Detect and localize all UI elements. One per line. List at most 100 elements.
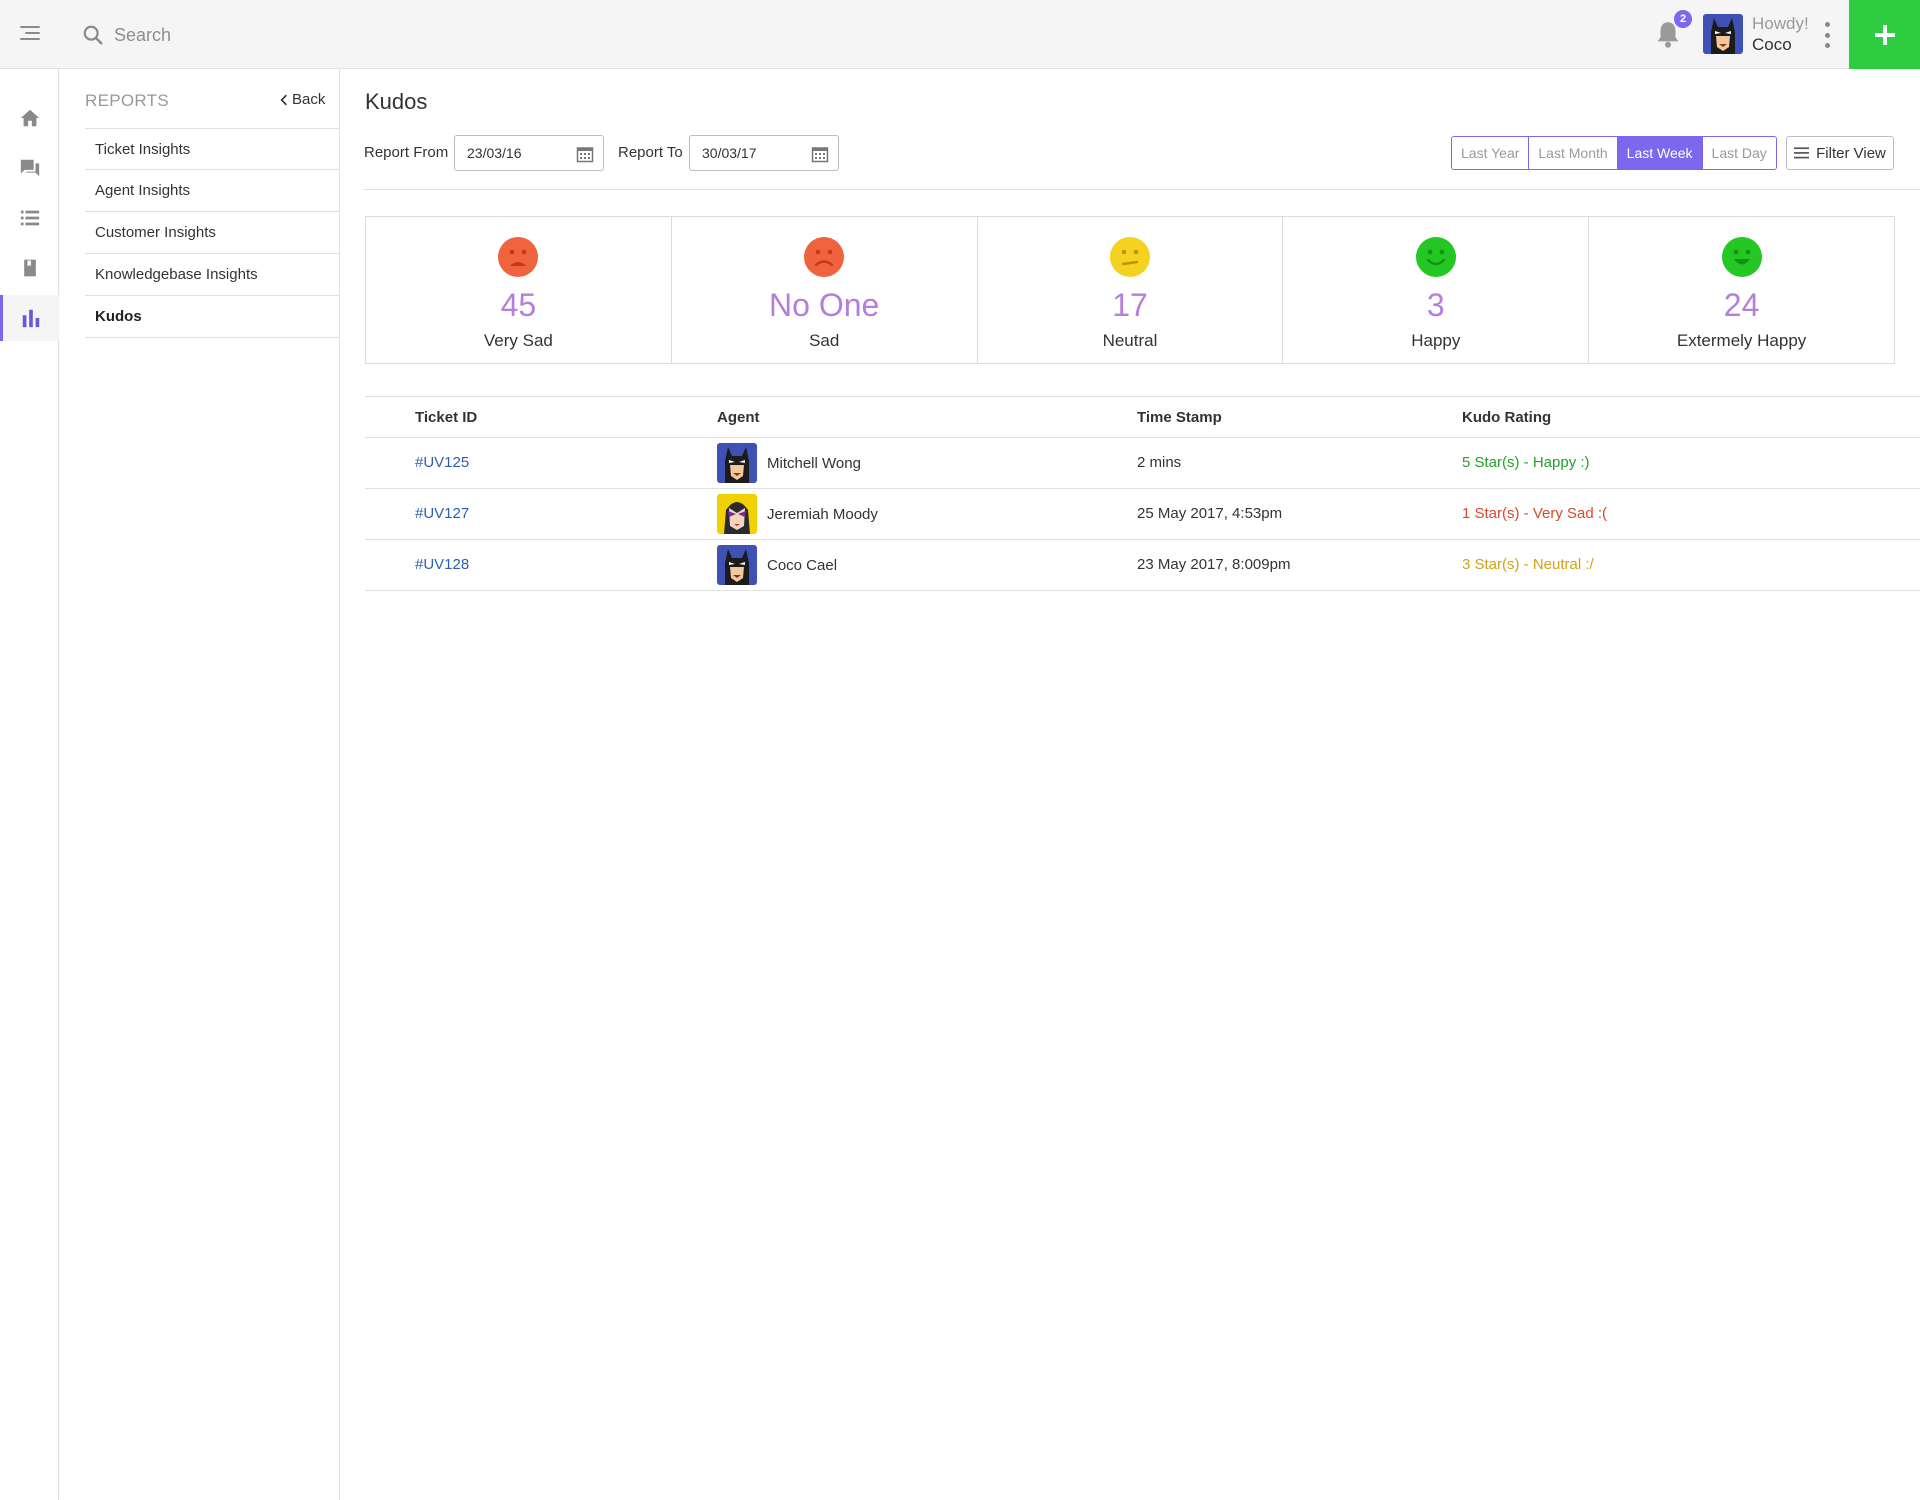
agent-cell: Coco Cael [717,545,837,585]
bar-chart-icon [22,309,40,328]
plus-icon [1874,24,1895,45]
stat-extremely-happy: 24 Extermely Happy [1589,217,1894,363]
sidebar-item-ticket-insights[interactable]: Ticket Insights [85,128,340,170]
page-title: Kudos [365,89,428,114]
calendar-icon[interactable] [811,145,829,163]
column-header-agent[interactable]: Agent [717,409,760,426]
sidebar-item-customer-insights[interactable]: Customer Insights [85,212,340,254]
calendar-icon[interactable] [576,145,594,163]
more-options-icon[interactable] [1820,22,1834,48]
back-label: Back [292,91,326,108]
report-to-field[interactable] [689,135,839,171]
stat-value: 24 [1723,287,1760,323]
filter-lines-icon [1794,147,1810,159]
table-row[interactable]: #UV127 Jeremiah Moody 25 May 2017, 4:53p… [365,489,1920,540]
table-header: Ticket ID Agent Time Stamp Kudo Rating [365,396,1920,438]
rail-conversations[interactable] [0,145,59,191]
stat-label: Happy [1411,331,1461,350]
home-icon [20,109,39,127]
agent-name: Jeremiah Moody [767,505,878,523]
sidebar-item-agent-insights[interactable]: Agent Insights [85,170,340,212]
rail-home[interactable] [0,95,59,141]
stat-label: Extermely Happy [1676,331,1807,350]
sidebar-item-kudos[interactable]: Kudos [85,296,340,338]
icon-rail [0,69,59,1500]
agent-avatar [717,494,757,534]
chevron-left-icon [280,94,287,105]
happy-face-icon [1415,237,1456,277]
sidebar-title: REPORTS [85,91,169,110]
time-stamp: 2 mins [1137,454,1182,471]
back-button[interactable]: Back [280,91,325,108]
top-bar: 2 Howdy! Coco [0,0,1920,69]
report-from-input[interactable] [467,136,577,170]
very-sad-face-icon [498,237,539,277]
search-icon [83,25,103,45]
agent-cell: Jeremiah Moody [717,494,878,534]
agent-name: Coco Cael [767,556,838,574]
date-range-toggle: Last Year Last Month Last Week Last Day [1451,136,1777,170]
range-last-week[interactable]: Last Week [1617,137,1703,169]
table-row[interactable]: #UV128 Coco Cael 23 May 2017, 8:009pm 3 … [365,540,1920,591]
rail-knowledgebase[interactable] [0,245,59,291]
filter-view-button[interactable]: Filter View [1786,136,1894,170]
search-input[interactable] [114,24,714,46]
neutral-face-icon [1109,237,1150,277]
stat-label: Very Sad [483,331,553,350]
report-from-field[interactable] [454,135,604,171]
stat-happy: 3 Happy [1283,217,1590,363]
divider [364,189,1920,190]
kudo-rating: 5 Star(s) - Happy :) [1462,454,1590,471]
report-to-input[interactable] [702,136,812,170]
column-header-kudo-rating[interactable]: Kudo Rating [1462,409,1551,426]
stat-label: Sad [809,331,840,350]
main-content: Kudos Report From Report To Last Year La… [340,69,1920,1500]
kudo-rating: 1 Star(s) - Very Sad :( [1462,505,1608,522]
stat-value: 3 [1426,287,1445,323]
range-last-day[interactable]: Last Day [1702,137,1776,169]
sidebar-item-knowledgebase-insights[interactable]: Knowledgebase Insights [85,254,340,296]
report-from-label: Report From [364,144,449,161]
extremely-happy-face-icon [1721,237,1762,277]
stat-label: Neutral [1102,331,1158,350]
report-list: Ticket Insights Agent Insights Customer … [85,128,340,338]
stat-value: 17 [1112,287,1148,323]
time-stamp: 25 May 2017, 4:53pm [1137,505,1283,522]
stat-sad: No One Sad [672,217,978,363]
list-icon [20,210,39,226]
sad-face-icon [804,237,845,277]
column-header-time-stamp[interactable]: Time Stamp [1137,409,1222,426]
user-name[interactable]: Coco [1752,35,1792,55]
kudos-table: Ticket ID Agent Time Stamp Kudo Rating #… [365,396,1920,591]
range-last-year[interactable]: Last Year [1452,137,1530,169]
stat-neutral: 17 Neutral [978,217,1284,363]
chat-icon [20,159,39,177]
stat-very-sad: 45 Very Sad [366,217,672,363]
reports-sidebar: REPORTS Back Ticket Insights Agent Insig… [60,69,340,1500]
kudo-rating: 3 Star(s) - Neutral :/ [1462,556,1594,573]
search-bar [82,20,782,50]
filter-view-label: Filter View [1816,144,1886,162]
agent-avatar [717,443,757,483]
filter-row: Report From Report To Last Year Last Mon… [364,135,1897,171]
agent-avatar [717,545,757,585]
stat-value: 45 [500,287,537,323]
agent-name: Mitchell Wong [767,454,861,472]
kudos-summary: 45 Very Sad No One Sad 17 Neutral 3 Happ… [365,216,1895,364]
user-avatar[interactable] [1703,14,1743,54]
menu-icon[interactable] [20,26,40,42]
book-icon [23,259,36,277]
notification-badge: 2 [1674,10,1692,28]
ticket-id-link[interactable]: #UV127 [415,505,469,522]
table-row[interactable]: #UV125 Mitchell Wong 2 mins 5 Star(s) - … [365,438,1920,489]
rail-reports[interactable] [0,295,59,341]
add-new-button[interactable] [1849,0,1920,69]
stat-value: No One [769,287,880,323]
ticket-id-link[interactable]: #UV125 [415,454,469,471]
rail-tickets[interactable] [0,195,59,241]
column-header-ticket-id[interactable]: Ticket ID [415,409,477,426]
range-last-month[interactable]: Last Month [1529,137,1618,169]
time-stamp: 23 May 2017, 8:009pm [1137,556,1291,573]
agent-cell: Mitchell Wong [717,443,861,483]
ticket-id-link[interactable]: #UV128 [415,556,469,573]
